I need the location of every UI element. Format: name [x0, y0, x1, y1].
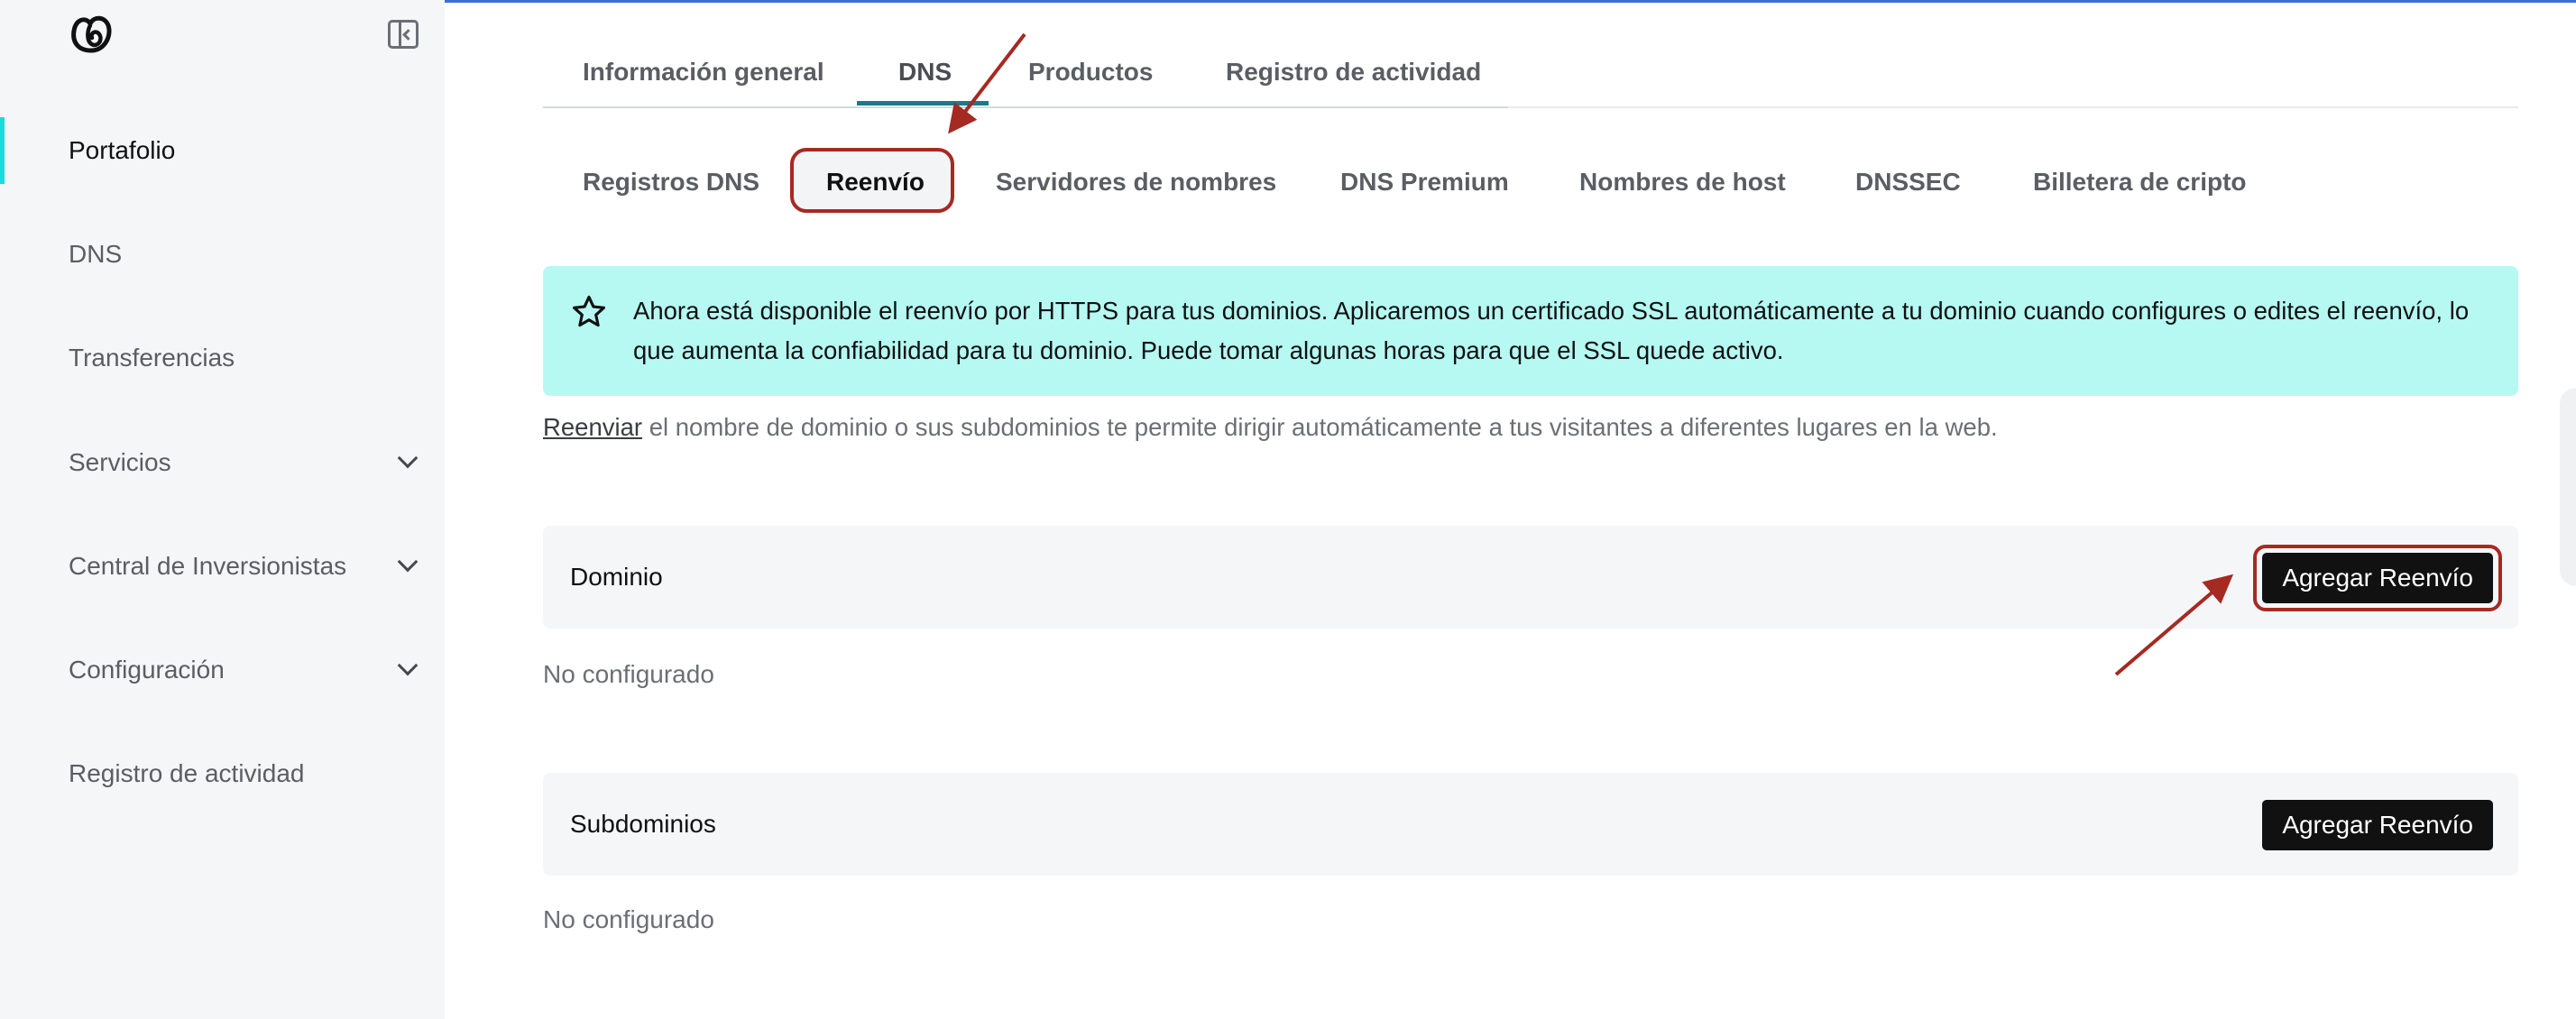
scrollbar-edge[interactable] [2560, 388, 2576, 586]
arrow-to-reenvio-tab [948, 32, 1026, 134]
annotation-arrows [948, 32, 2234, 676]
arrow-to-add-button [2114, 574, 2234, 676]
